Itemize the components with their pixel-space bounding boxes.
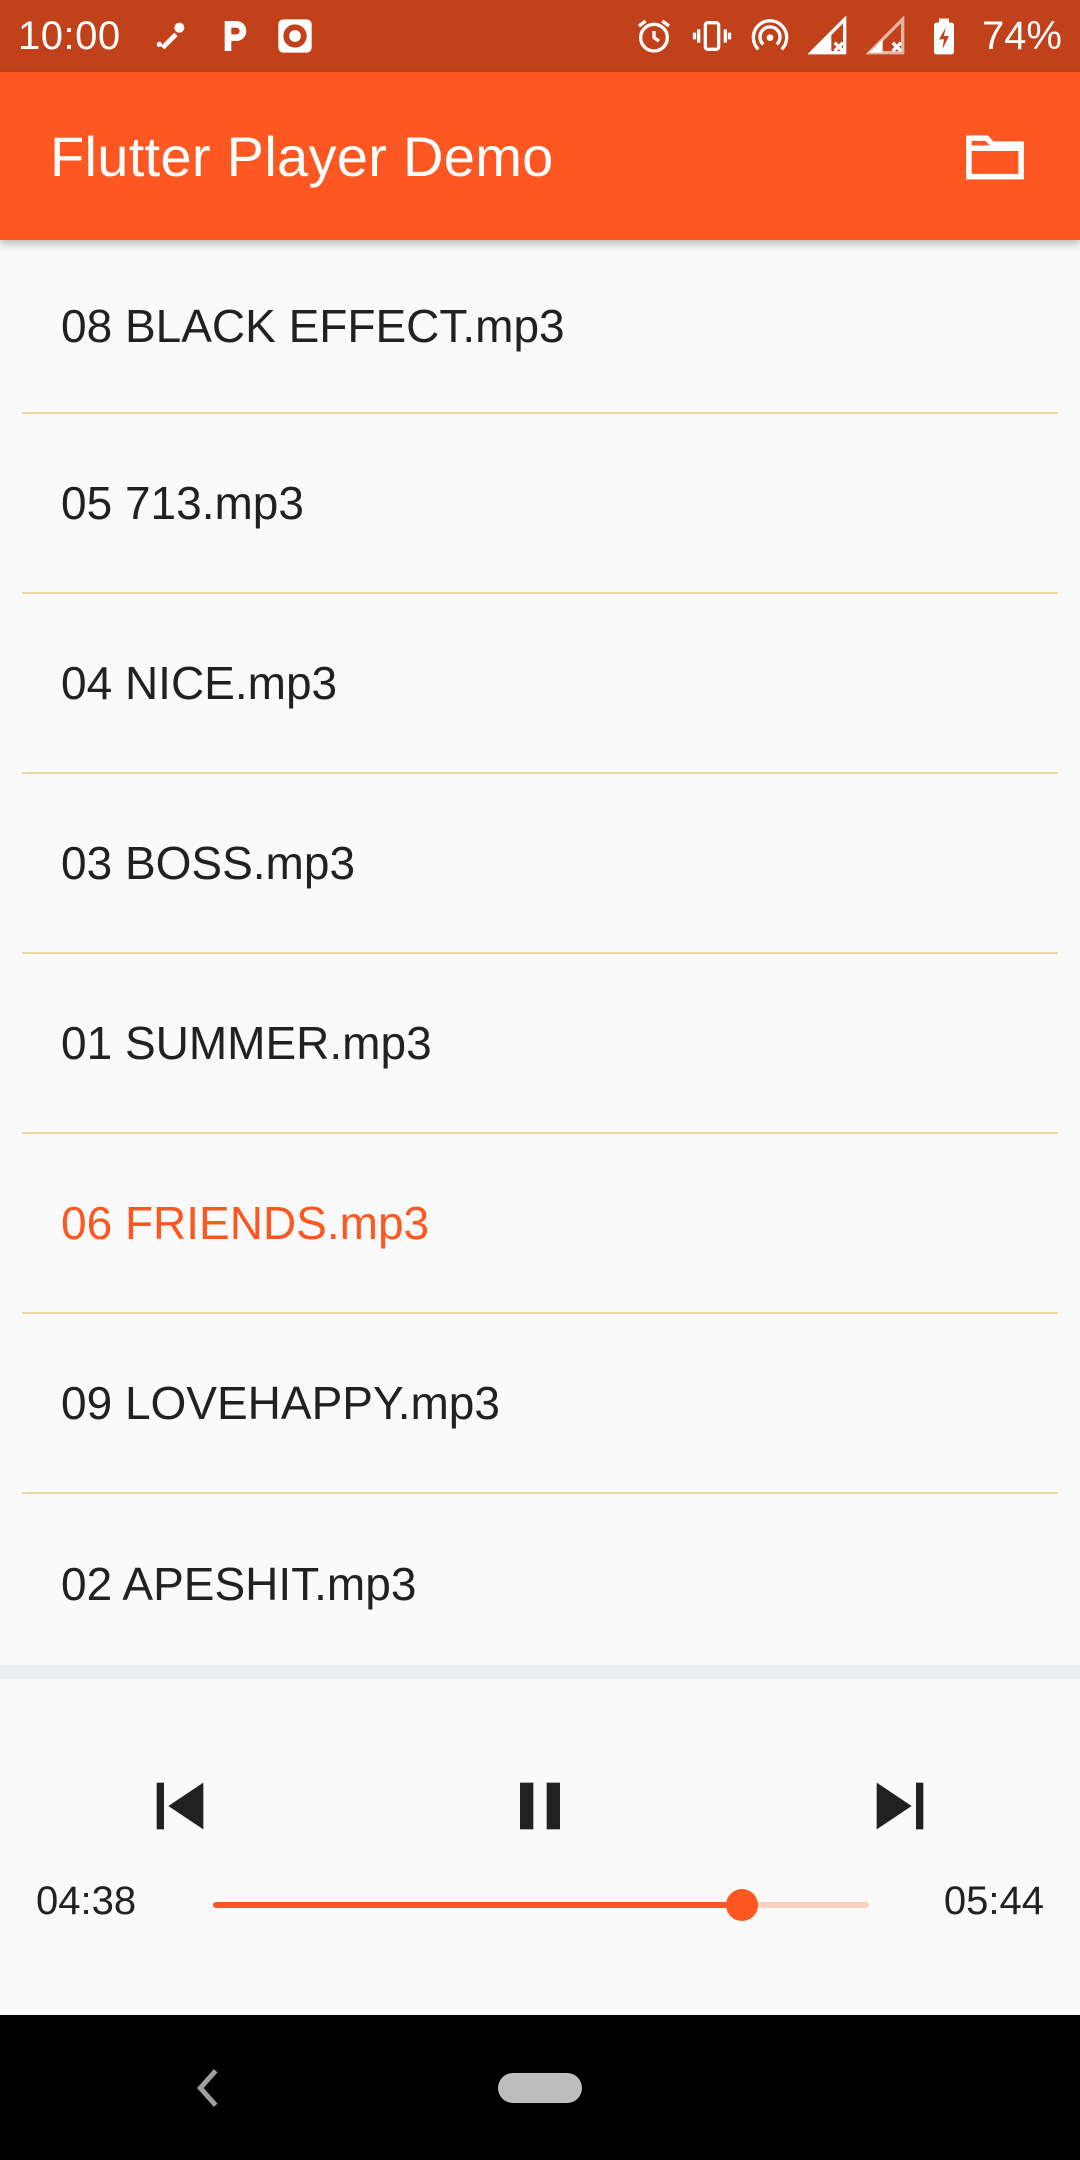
folder-icon: [966, 135, 1024, 180]
status-bar: 10:00 74%: [0, 0, 1080, 72]
wrench-icon: [151, 16, 191, 56]
track-list-item[interactable]: 04 NICE.mp3: [22, 594, 1058, 774]
track-title: 05 713.mp3: [61, 477, 304, 529]
battery-percentage: 74%: [981, 13, 1062, 58]
track-list: 08 BLACK EFFECT.mp3 05 713.mp3 04 NICE.mp3…: [0, 240, 1080, 1665]
skip-previous-icon: [156, 1782, 204, 1830]
total-duration: 05:44: [943, 1879, 1044, 1923]
track-list-item[interactable]: 03 BOSS.mp3: [22, 774, 1058, 954]
record-app-icon: [275, 16, 315, 56]
track-title: 08 BLACK EFFECT.mp3: [61, 300, 565, 352]
status-time: 10:00: [18, 13, 121, 58]
track-title: 02 APESHIT.mp3: [61, 1558, 417, 1610]
page-title: Flutter Player Demo: [50, 124, 554, 188]
system-status-icons: 74%: [634, 14, 1062, 59]
skip-next-icon: [876, 1782, 924, 1830]
elapsed-time: 04:38: [36, 1879, 137, 1923]
battery-charging-icon: [924, 16, 964, 56]
track-list-item[interactable]: 06 FRIENDS.mp3: [22, 1134, 1058, 1314]
pause-button[interactable]: [490, 1756, 590, 1856]
navigation-bar: [0, 2015, 1080, 2160]
track-title: 09 LOVEHAPPY.mp3: [61, 1377, 500, 1429]
track-list-item[interactable]: 02 APESHIT.mp3: [22, 1494, 1058, 1665]
signal-no-data-icon: [807, 16, 848, 56]
next-track-button[interactable]: [850, 1756, 950, 1856]
track-title: 04 NICE.mp3: [61, 657, 338, 709]
seek-bar[interactable]: [213, 1889, 869, 1921]
p-app-icon: [213, 16, 253, 56]
pause-icon: [520, 1782, 560, 1830]
player-divider: [0, 1665, 1080, 1679]
alarm-icon: [634, 16, 674, 56]
signal-no-data-2-icon: [865, 16, 906, 56]
app-bar: Flutter Player Demo: [0, 72, 1080, 240]
track-list-item[interactable]: 09 LOVEHAPPY.mp3: [22, 1314, 1058, 1494]
hotspot-icon: [750, 16, 790, 56]
home-pill-icon[interactable]: [498, 2073, 582, 2103]
track-title: 03 BOSS.mp3: [61, 837, 356, 889]
track-list-item[interactable]: 08 BLACK EFFECT.mp3: [22, 240, 1058, 414]
track-list-item[interactable]: 05 713.mp3: [22, 414, 1058, 594]
seek-bar-thumb[interactable]: [726, 1889, 759, 1921]
notification-icons: [151, 16, 315, 56]
open-folder-button[interactable]: [960, 121, 1030, 191]
player-controls: 04:38 05:44: [0, 1679, 1080, 2015]
track-list-item[interactable]: 01 SUMMER.mp3: [22, 954, 1058, 1134]
back-chevron-icon[interactable]: [190, 2065, 226, 2111]
vibrate-icon: [692, 16, 732, 56]
track-title: 01 SUMMER.mp3: [61, 1017, 432, 1069]
track-title: 06 FRIENDS.mp3: [61, 1197, 430, 1249]
previous-track-button[interactable]: [130, 1756, 230, 1856]
seek-bar-progress: [213, 1902, 743, 1908]
